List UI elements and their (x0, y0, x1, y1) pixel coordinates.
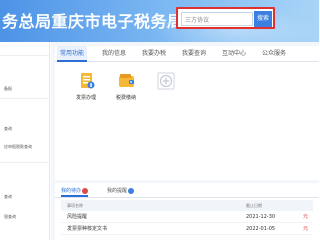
item-name: 发票票种核定文书 (67, 226, 108, 232)
sidebar: 备报 查询 应申报税款查询 查询 银查询 (0, 42, 50, 240)
sidebar-item[interactable]: 查询 (0, 190, 49, 204)
sidebar-divider (0, 98, 49, 99)
main-content: 常用功能 我的信息 我要办税 我要查询 互动中心 公众服务 发票办理 税费缴纳 … (51, 42, 319, 240)
search-button[interactable]: 搜索 (254, 11, 272, 27)
search-box: 搜索 (176, 7, 275, 29)
message-tabs: 我的待办 我的提醒 (55, 183, 319, 198)
search-input[interactable] (181, 12, 253, 26)
sidebar-item[interactable]: 备报 (0, 82, 49, 96)
todo-count-badge (82, 187, 89, 194)
tab-tax-handling[interactable]: 我要办税 (139, 46, 169, 62)
sidebar-item[interactable]: 银查询 (0, 210, 49, 224)
item-extra: 元 (303, 226, 309, 232)
tab-my-reminders[interactable]: 我的提醒 (107, 185, 135, 197)
main-tab-bar: 常用功能 我的信息 我要办税 我要查询 互动中心 公众服务 (55, 46, 319, 62)
tab-public-service[interactable]: 公众服务 (259, 46, 289, 62)
site-title: 务总局重庆市电子税务局 (2, 12, 184, 31)
tab-common-functions[interactable]: 常用功能 (57, 46, 87, 62)
tab-my-info[interactable]: 我的信息 (99, 46, 129, 62)
tab-label: 我的提醒 (107, 188, 128, 194)
table-header: 事项名称 截止日期 (61, 200, 313, 211)
function-panel: 发票办理 税费缴纳 (55, 62, 319, 180)
sidebar-item[interactable]: 查询 (0, 122, 49, 136)
add-function-icon (157, 72, 175, 90)
sidebar-divider (0, 55, 49, 56)
item-deadline: 2021-12-30 (246, 214, 276, 220)
column-header-name: 事项名称 (67, 203, 83, 208)
sidebar-item[interactable]: 应申报税款查询 (0, 140, 49, 154)
function-label: 发票办理 (75, 95, 96, 101)
tab-label: 我的待办 (61, 188, 82, 194)
add-function-button[interactable] (148, 68, 182, 112)
item-deadline: 2022-01-05 (246, 226, 276, 232)
tab-query[interactable]: 我要查询 (179, 46, 209, 62)
header-banner: 务总局重庆市电子税务局 搜索 (0, 0, 319, 42)
table-row[interactable]: 发票票种核定文书 2022-01-05 元 (61, 224, 313, 235)
message-panel: 我的待办 我的提醒 事项名称 截止日期 风险提醒 2021-12-30 元 发票… (55, 183, 319, 240)
function-tax-payment[interactable]: 税费缴纳 (109, 68, 143, 112)
tax-payment-icon (119, 74, 134, 87)
item-extra: 元 (303, 214, 309, 220)
tab-interaction-center[interactable]: 互动中心 (219, 46, 249, 62)
tab-my-todos[interactable]: 我的待办 (61, 185, 89, 197)
sidebar-divider (0, 162, 49, 163)
item-name: 风险提醒 (67, 214, 88, 220)
function-invoice[interactable]: 发票办理 (69, 68, 103, 112)
invoice-icon (81, 73, 95, 89)
reminder-count-badge (128, 187, 135, 194)
table-row[interactable]: 风险提醒 2021-12-30 元 (61, 212, 313, 223)
column-header-deadline: 截止日期 (246, 203, 262, 208)
function-label: 税费缴纳 (115, 95, 136, 101)
